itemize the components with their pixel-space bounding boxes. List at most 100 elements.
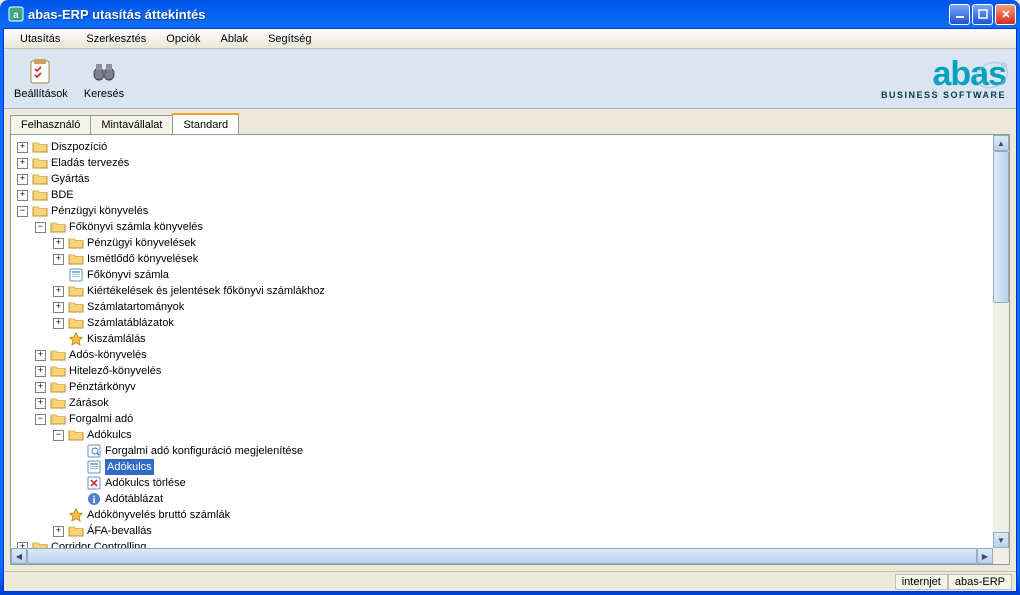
tree-label[interactable]: ÁFA-bevallás <box>87 523 152 539</box>
tree-label[interactable]: Corridor Controlling <box>51 539 146 548</box>
collapse-icon[interactable]: − <box>17 206 28 217</box>
twisty-none <box>71 446 82 457</box>
expand-icon[interactable]: + <box>53 318 64 329</box>
menu-utasitas[interactable]: Utasítás <box>8 31 72 47</box>
menu-opciok[interactable]: Opciók <box>160 31 206 47</box>
tree-label[interactable]: Pénzügyi könyvelések <box>87 235 196 251</box>
tree-row[interactable]: + Számlatáblázatok <box>53 315 989 331</box>
menu-ablak[interactable]: Ablak <box>215 31 255 47</box>
expand-icon[interactable]: + <box>53 302 64 313</box>
folder-icon <box>68 300 84 314</box>
expand-icon[interactable]: + <box>53 286 64 297</box>
tree-label[interactable]: Adós-könyvelés <box>69 347 147 363</box>
tree-label[interactable]: Zárások <box>69 395 109 411</box>
tree-label[interactable]: Pénztárkönyv <box>69 379 136 395</box>
tree-label[interactable]: Ismétlődő könyvelések <box>87 251 198 267</box>
scroll-down-icon[interactable]: ▼ <box>993 532 1009 548</box>
search-button[interactable]: Keresés <box>84 58 124 100</box>
tree-label[interactable]: Főkönyvi számla könyvelés <box>69 219 203 235</box>
tree-row[interactable]: Adókulcs <box>71 459 989 475</box>
expand-icon[interactable]: + <box>35 398 46 409</box>
tree-row[interactable]: +Corridor Controlling <box>17 539 989 548</box>
tree-row[interactable]: + Gyártás <box>17 171 989 187</box>
tree-row[interactable]: + Ismétlődő könyvelések <box>53 251 989 267</box>
tree-label[interactable]: Forgalmi adó <box>69 411 133 427</box>
expand-icon[interactable]: + <box>17 142 28 153</box>
tree-row[interactable]: Forgalmi adó konfiguráció megjelenítése <box>71 443 989 459</box>
tree-label[interactable]: Főkönyvi számla <box>87 267 169 283</box>
tree-node: −Forgalmi adó−AdókulcsForgalmi adó konfi… <box>35 411 989 539</box>
tree-row[interactable]: Adókulcs törlése <box>71 475 989 491</box>
tree-label[interactable]: Számlatáblázatok <box>87 315 174 331</box>
minimize-button[interactable] <box>949 4 970 25</box>
tab-standard[interactable]: Standard <box>172 113 239 134</box>
tree-label[interactable]: Számlatartományok <box>87 299 184 315</box>
tree-label[interactable]: Kiszámlálás <box>87 331 146 347</box>
scroll-thumb[interactable] <box>993 151 1009 303</box>
titlebar[interactable]: a abas-ERP utasítás áttekintés <box>0 0 1020 28</box>
tree-row[interactable]: Adókönyvelés bruttó számlák <box>53 507 989 523</box>
tree-row[interactable]: + Hitelező-könyvelés <box>35 363 989 379</box>
expand-icon[interactable]: + <box>17 190 28 201</box>
tree-row[interactable]: + ÁFA-bevallás <box>53 523 989 539</box>
tree-row[interactable]: iAdótáblázat <box>71 491 989 507</box>
maximize-button[interactable] <box>972 4 993 25</box>
collapse-icon[interactable]: − <box>35 222 46 233</box>
tree-label[interactable]: Hitelező-könyvelés <box>69 363 161 379</box>
expand-icon[interactable]: + <box>53 238 64 249</box>
tree-view[interactable]: + Diszpozíció + Eladás tervezés + Gyártás + BDE… <box>11 135 993 548</box>
expand-icon[interactable]: + <box>35 366 46 377</box>
tree-row[interactable]: + Diszpozíció <box>17 139 989 155</box>
horizontal-scrollbar[interactable]: ◀ ▶ <box>11 548 993 564</box>
tree-row[interactable]: + Számlatartományok <box>53 299 989 315</box>
scroll-left-icon[interactable]: ◀ <box>11 548 27 564</box>
tree-label[interactable]: Forgalmi adó konfiguráció megjelenítése <box>105 443 303 459</box>
tree-row[interactable]: + Zárások <box>35 395 989 411</box>
tree-row[interactable]: + BDE <box>17 187 989 203</box>
tree-row[interactable]: + Kiértékelések és jelentések főkönyvi sz… <box>53 283 989 299</box>
expand-icon[interactable]: + <box>53 254 64 265</box>
tree-label[interactable]: Pénzügyi könyvelés <box>51 203 148 219</box>
tree-label[interactable]: Gyártás <box>51 171 90 187</box>
scroll-up-icon[interactable]: ▲ <box>993 135 1009 151</box>
tree-label[interactable]: Eladás tervezés <box>51 155 129 171</box>
tree-label[interactable]: Diszpozíció <box>51 139 107 155</box>
tab-mintavallalat[interactable]: Mintavállalat <box>90 115 173 134</box>
tree-row[interactable]: Kiszámlálás <box>53 331 989 347</box>
tree-label[interactable]: Kiértékelések és jelentések főkönyvi szá… <box>87 283 325 299</box>
tree-label[interactable]: Adókönyvelés bruttó számlák <box>87 507 230 523</box>
menu-szerkesztes[interactable]: Szerkesztés <box>80 31 152 47</box>
tree-row[interactable]: + Pénztárkönyv <box>35 379 989 395</box>
info-icon: i <box>86 492 102 506</box>
vertical-scrollbar[interactable]: ▲ ▼ <box>993 135 1009 548</box>
expand-icon[interactable]: + <box>17 158 28 169</box>
settings-button[interactable]: Beállítások <box>14 58 68 100</box>
tree-row[interactable]: Főkönyvi számla <box>53 267 989 283</box>
tree-row[interactable]: − Forgalmi adó <box>35 411 989 427</box>
tab-felhasznalo[interactable]: Felhasználó <box>10 115 91 134</box>
collapse-icon[interactable]: − <box>53 430 64 441</box>
expand-icon[interactable]: + <box>53 526 64 537</box>
tree-row[interactable]: − Főkönyvi számla könyvelés <box>35 219 989 235</box>
expand-icon[interactable]: + <box>17 174 28 185</box>
tree-label[interactable]: Adótáblázat <box>105 491 163 507</box>
hscroll-thumb[interactable] <box>27 548 977 564</box>
tree-row[interactable]: − Pénzügyi könyvelés <box>17 203 989 219</box>
hscroll-track[interactable] <box>27 548 977 564</box>
settings-label: Beállítások <box>14 88 68 100</box>
scroll-right-icon[interactable]: ▶ <box>977 548 993 564</box>
tree-label[interactable]: Adókulcs <box>105 459 154 475</box>
scroll-track[interactable] <box>993 151 1009 532</box>
collapse-icon[interactable]: − <box>35 414 46 425</box>
menu-segitseg[interactable]: Segítség <box>262 31 317 47</box>
tree-label[interactable]: BDE <box>51 187 74 203</box>
tree-row[interactable]: + Eladás tervezés <box>17 155 989 171</box>
expand-icon[interactable]: + <box>35 382 46 393</box>
tree-row[interactable]: + Adós-könyvelés <box>35 347 989 363</box>
tree-row[interactable]: + Pénzügyi könyvelések <box>53 235 989 251</box>
tree-label[interactable]: Adókulcs törlése <box>105 475 186 491</box>
tree-label[interactable]: Adókulcs <box>87 427 132 443</box>
expand-icon[interactable]: + <box>35 350 46 361</box>
tree-row[interactable]: − Adókulcs <box>53 427 989 443</box>
close-button[interactable] <box>995 4 1016 25</box>
